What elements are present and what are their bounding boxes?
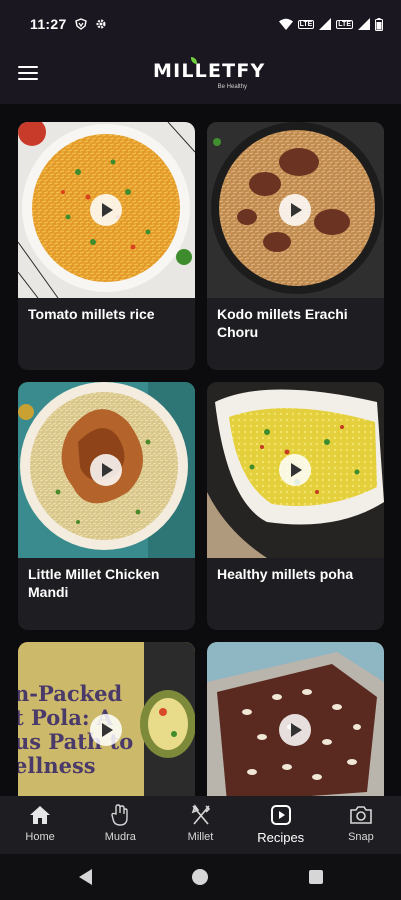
battery-icon	[375, 17, 383, 31]
recipe-grid: Tomato millets rice Kodo millets Erachi …	[0, 104, 401, 796]
nav-recipes[interactable]: Recipes	[241, 796, 321, 854]
home-circle-icon[interactable]	[192, 869, 208, 885]
play-icon[interactable]	[279, 454, 311, 486]
recipe-card[interactable]: Kodo millets Erachi Choru	[207, 122, 384, 370]
app-logo: MILLETFY Be Healthy	[153, 57, 266, 94]
play-icon[interactable]	[90, 714, 122, 746]
home-icon	[28, 804, 52, 826]
logo-text: MILLETFY	[153, 60, 266, 82]
settings-gear-icon	[96, 19, 106, 29]
vpn-shield-icon	[74, 18, 87, 30]
wifi-icon	[278, 18, 293, 30]
nav-mudra[interactable]: Mudra	[80, 796, 160, 854]
status-time: 11:27	[30, 16, 67, 32]
recipe-thumbnail: n-Packed t Pola: A us Path to ellness	[18, 642, 195, 796]
recipe-card[interactable]: Little Millet Chicken Mandi	[18, 382, 195, 630]
camera-icon	[349, 804, 373, 826]
recipe-thumbnail	[18, 122, 195, 298]
recipe-title: Tomato millets rice	[28, 306, 155, 322]
recipe-thumbnail	[207, 642, 384, 796]
recipe-thumbnail	[207, 122, 384, 298]
recipe-thumbnail	[207, 382, 384, 558]
nav-label: Millet	[187, 831, 214, 843]
signal-icon	[319, 18, 332, 30]
recipe-thumbnail	[18, 382, 195, 558]
recipe-card[interactable]: n-Packed t Pola: A us Path to ellness	[18, 642, 195, 796]
nav-label: Snap	[348, 831, 374, 843]
play-square-icon	[269, 804, 293, 826]
play-icon[interactable]	[90, 454, 122, 486]
play-icon[interactable]	[279, 194, 311, 226]
volte-badge-2: LTE	[336, 19, 353, 29]
logo-tagline: Be Healthy	[217, 84, 247, 90]
status-bar: 11:27 LTE LTE	[0, 0, 401, 48]
back-icon[interactable]	[79, 869, 92, 885]
recipe-card[interactable]	[207, 642, 384, 796]
fork-knife-icon	[189, 804, 213, 826]
system-navigation-bar	[0, 854, 401, 900]
volte-badge: LTE	[297, 19, 315, 29]
nav-snap[interactable]: Snap	[321, 796, 401, 854]
nav-label: Mudra	[104, 831, 136, 843]
play-icon[interactable]	[279, 714, 311, 746]
signal-icon-2	[358, 18, 370, 30]
nav-millet[interactable]: Millet	[160, 796, 240, 854]
recipe-card[interactable]: Tomato millets rice	[18, 122, 195, 370]
app-bar: MILLETFY Be Healthy	[0, 48, 401, 104]
recipe-card[interactable]: Healthy millets poha	[207, 382, 384, 630]
recipe-title: Kodo millets Erachi Choru	[217, 306, 348, 340]
recent-apps-icon[interactable]	[309, 870, 323, 884]
bottom-navigation: Home Mudra Millet Recipes Snap	[0, 796, 401, 854]
hand-icon	[108, 804, 132, 826]
recipe-title: Little Millet Chicken Mandi	[28, 566, 160, 600]
nav-home[interactable]: Home	[0, 796, 80, 854]
nav-label: Home	[25, 831, 55, 843]
recipe-title: Healthy millets poha	[217, 566, 354, 582]
nav-label: Recipes	[257, 830, 305, 845]
hamburger-menu-icon[interactable]	[18, 66, 38, 82]
play-icon[interactable]	[90, 194, 122, 226]
